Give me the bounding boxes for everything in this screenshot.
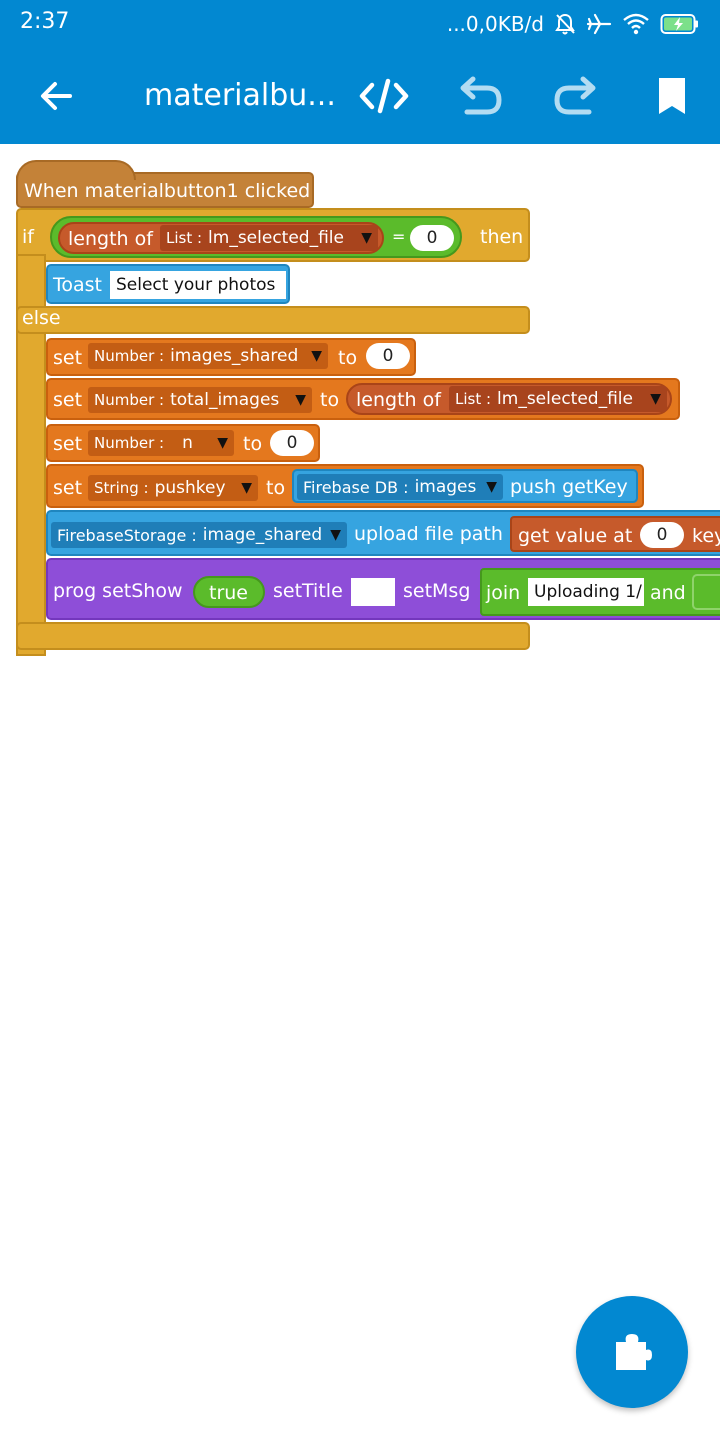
var-pushkey: pushkey [154, 478, 226, 498]
to-label: to [243, 433, 263, 455]
puzzle-piece-icon [616, 1334, 652, 1370]
and-label: and [650, 582, 686, 604]
set-label: set [53, 477, 83, 499]
number-label: Number : [94, 347, 165, 365]
key-label: key [692, 525, 720, 547]
else-bar [16, 306, 530, 334]
settitle-label: setTitle [273, 580, 343, 602]
event-label: When materialbutton1 clicked [24, 180, 311, 202]
storage-var: image_shared [202, 525, 323, 545]
then-label: then [480, 226, 524, 248]
if-label: if [22, 226, 34, 248]
firebase-db-label: Firebase DB : [303, 477, 409, 497]
else-label: else [22, 307, 61, 329]
number-var-selector[interactable]: Number : total_images ▼ [88, 387, 312, 413]
string-var-selector[interactable]: String : pushkey ▼ [88, 475, 258, 501]
join-text-input[interactable]: Uploading 1/ [528, 578, 644, 606]
dropdown-caret-icon: ▼ [330, 527, 341, 543]
dropdown-caret-icon: ▼ [650, 391, 661, 407]
status-bar: 2:37 ...0,0KB/d [0, 0, 720, 48]
n-value[interactable]: 0 [270, 430, 314, 456]
var-n: n [182, 433, 193, 453]
code-icon [359, 78, 409, 114]
toast-message-input[interactable]: Select your photos [110, 271, 286, 299]
dropdown-caret-icon: ▼ [361, 230, 372, 246]
setmsg-label: setMsg [403, 580, 471, 602]
dropdown-caret-icon: ▼ [486, 479, 497, 495]
var-total-images: total_images [170, 390, 280, 410]
join-label: join [486, 582, 521, 604]
if-block-foot [16, 622, 530, 650]
blocks-canvas[interactable]: When materialbutton1 clicked if then els… [0, 144, 720, 1440]
join-nested-block[interactable] [692, 574, 720, 610]
code-view-button[interactable] [358, 70, 410, 122]
to-label: to [266, 477, 286, 499]
true-label: true [209, 582, 248, 604]
undo-icon [460, 76, 502, 115]
equals-label: = [392, 227, 406, 246]
status-icons: ...0,0KB/d [447, 8, 700, 40]
bell-off-icon [555, 13, 575, 35]
list-label: List : [455, 390, 492, 408]
toast-label: Toast [53, 274, 102, 296]
wifi-icon [623, 13, 649, 35]
dropdown-caret-icon: ▼ [295, 392, 306, 408]
airplane-icon [586, 13, 612, 35]
arrow-back-icon [41, 82, 72, 110]
push-getkey-label: push getKey [510, 476, 628, 498]
dropdown-caret-icon: ▼ [217, 435, 228, 451]
firebase-db-selector[interactable]: Firebase DB : images ▼ [297, 474, 503, 500]
list-selector[interactable]: List : lm_selected_file ▼ [160, 225, 378, 251]
undo-button[interactable] [454, 70, 506, 122]
firebase-db-var: images [414, 477, 477, 497]
number-var-selector[interactable]: Number : images_shared ▼ [88, 343, 328, 369]
bookmark-icon [659, 78, 685, 114]
number-var-selector[interactable]: Number : n ▼ [88, 430, 234, 456]
status-time: 2:37 [20, 9, 70, 34]
set-label: set [53, 347, 83, 369]
string-label: String : [94, 479, 149, 497]
list-var: lm_selected_file [497, 389, 633, 409]
title-input[interactable] [351, 578, 395, 606]
length-of-label: length of [356, 389, 441, 411]
true-block[interactable]: true [193, 576, 265, 608]
get-value-block[interactable]: get value at key [510, 516, 720, 552]
zero-input[interactable]: 0 [410, 225, 454, 251]
battery-charging-icon [660, 14, 698, 34]
get-value-index[interactable]: 0 [640, 522, 684, 548]
to-label: to [338, 347, 358, 369]
event-hat-cap [16, 160, 136, 180]
add-block-fab[interactable] [576, 1296, 688, 1408]
images-shared-value[interactable]: 0 [366, 343, 410, 369]
number-label: Number : [94, 391, 165, 409]
to-label: to [320, 389, 340, 411]
get-value-at-label: get value at [518, 525, 633, 547]
dropdown-caret-icon: ▼ [241, 480, 252, 496]
redo-button[interactable] [550, 70, 602, 122]
var-images-shared: images_shared [170, 346, 299, 366]
set-label: set [53, 389, 83, 411]
prog-setshow-label: prog setShow [53, 580, 183, 602]
set-label: set [53, 433, 83, 455]
length-of-label: length of [68, 228, 153, 250]
bookmark-button[interactable] [646, 70, 698, 122]
storage-selector[interactable]: FirebaseStorage : image_shared ▼ [51, 522, 347, 548]
app-toolbar: materialbu... [0, 48, 720, 144]
dropdown-caret-icon: ▼ [311, 348, 322, 364]
number-label: Number : [94, 434, 165, 452]
network-speed: ...0,0KB/d [446, 12, 544, 36]
storage-label: FirebaseStorage : [57, 525, 197, 545]
back-button[interactable] [30, 70, 82, 122]
toolbar-title: materialbu... [144, 78, 336, 113]
list-label: List : [166, 229, 203, 247]
list-var: lm_selected_file [208, 228, 344, 248]
list-selector[interactable]: List : lm_selected_file ▼ [449, 386, 667, 412]
upload-file-path-label: upload file path [354, 523, 503, 545]
redo-icon [554, 76, 596, 115]
